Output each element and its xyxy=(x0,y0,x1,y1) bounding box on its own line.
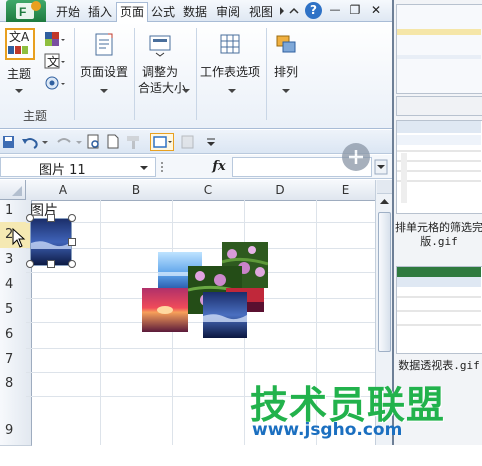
resize-handle-nw[interactable] xyxy=(26,214,34,222)
new-document-icon[interactable] xyxy=(106,133,120,151)
row-header-7[interactable]: 7 xyxy=(0,348,32,373)
row-header-4[interactable]: 4 xyxy=(0,272,32,299)
column-header-d[interactable]: D xyxy=(244,180,317,201)
svg-text:文: 文 xyxy=(47,54,59,69)
resize-handle-s[interactable] xyxy=(47,260,55,268)
column-header-c[interactable]: C xyxy=(172,180,245,201)
thumbnail-2-caption-line1: 排单元格的筛选完 xyxy=(395,221,482,234)
office-app-button[interactable]: F xyxy=(6,0,46,22)
thumbnail-2-caption-line2: 版.gif xyxy=(420,235,458,248)
select-all-corner[interactable] xyxy=(0,180,26,200)
tab-insert[interactable]: 插入 xyxy=(84,2,116,24)
tab-home[interactable]: 开始 xyxy=(52,2,84,24)
sheet-options-dropdown-icon[interactable] xyxy=(227,84,237,93)
quick-access-toolbar xyxy=(0,130,392,154)
tab-scroll-right-icon[interactable] xyxy=(278,4,286,18)
rectangle-outline-icon xyxy=(153,136,172,148)
row-header-6[interactable]: 6 xyxy=(0,322,32,349)
minimize-button[interactable]: — xyxy=(327,2,343,19)
name-box[interactable]: 图片 11 xyxy=(0,157,156,178)
picture-ocean[interactable] xyxy=(203,292,247,338)
ribbon-panel: 文A 主题 文 主题 页面设置 调整为 合适大小 工作表选项 排列 xyxy=(0,22,392,129)
close-button[interactable]: ✕ xyxy=(368,2,384,19)
sheet-options-icon[interactable] xyxy=(218,32,242,58)
sheet-options-label[interactable]: 工作表选项 xyxy=(198,64,262,80)
theme-effects-icon[interactable] xyxy=(44,74,66,94)
resize-handle-se[interactable] xyxy=(68,260,76,268)
formula-bar-splitter-icon[interactable] xyxy=(158,160,166,174)
thumbnail-1[interactable] xyxy=(396,4,482,94)
format-painter-icon[interactable] xyxy=(124,133,144,151)
scale-to-fit-label-1[interactable]: 调整为 xyxy=(138,64,182,80)
column-header-e[interactable]: E xyxy=(316,180,376,201)
thumbnail-strip[interactable] xyxy=(396,96,482,116)
arrange-label[interactable]: 排列 xyxy=(268,64,304,80)
name-box-dropdown-icon[interactable] xyxy=(139,164,149,172)
svg-text:F: F xyxy=(19,5,26,19)
restore-button[interactable]: ❐ xyxy=(347,2,363,19)
ribbon-collapse-icon[interactable] xyxy=(286,3,302,19)
page-setup-dropdown-icon[interactable] xyxy=(99,84,109,93)
themes-group-label: 主题 xyxy=(22,109,47,123)
themes-icon: 文A xyxy=(9,30,30,44)
thumbnail-3[interactable] xyxy=(396,266,482,354)
arrange-icon[interactable] xyxy=(274,32,298,58)
tab-review[interactable]: 审阅 xyxy=(212,2,244,24)
help-icon[interactable]: ? xyxy=(305,2,322,19)
save-icon[interactable] xyxy=(2,134,16,150)
thumbnail-3-caption: 数据透视表.gif xyxy=(398,359,480,372)
tab-data[interactable]: 数据 xyxy=(178,2,212,24)
print-preview-icon[interactable] xyxy=(86,133,102,151)
redo-icon[interactable] xyxy=(54,134,84,150)
themes-dropdown-icon[interactable] xyxy=(14,84,24,93)
themes-label: 主题 xyxy=(6,67,31,81)
macro-icon[interactable] xyxy=(180,133,196,151)
floating-add-button[interactable] xyxy=(342,143,370,171)
watermark-url: www.jsgho.com xyxy=(252,420,403,440)
tab-view[interactable]: 视图 xyxy=(244,2,278,24)
theme-colors-icon[interactable] xyxy=(44,30,66,50)
customize-toolbar-icon[interactable] xyxy=(204,134,218,150)
undo-icon[interactable] xyxy=(20,134,50,150)
thumbnail-2[interactable] xyxy=(396,120,482,214)
watermark: 技术员联盟 www.jsgho.com xyxy=(250,374,450,444)
expand-formula-bar-icon[interactable] xyxy=(374,159,388,175)
formula-bar: 图片 11 fx xyxy=(0,143,392,179)
insert-function-icon[interactable]: fx xyxy=(208,158,230,176)
column-header-b[interactable]: B xyxy=(100,180,173,201)
name-box-value: 图片 11 xyxy=(39,163,86,178)
scale-to-fit-dropdown-icon[interactable] xyxy=(181,84,191,93)
theme-fonts-icon[interactable]: 文 xyxy=(44,52,66,72)
column-header-a[interactable]: A xyxy=(26,180,101,201)
row-header-8[interactable]: 8 xyxy=(0,372,32,397)
ribbon-tab-bar: F 开始 插入 页面 公式 数据 审阅 视图 ? — ❐ ✕ xyxy=(0,0,392,24)
resize-handle-ne[interactable] xyxy=(68,214,76,222)
shape-outline-button[interactable] xyxy=(150,133,174,151)
tab-page-layout[interactable]: 页面 xyxy=(116,2,148,23)
picture-sunset[interactable] xyxy=(142,288,188,332)
tab-formulas[interactable]: 公式 xyxy=(148,2,178,24)
resize-handle-sw[interactable] xyxy=(26,260,34,268)
row-header-9[interactable]: 9 xyxy=(0,396,32,446)
arrange-dropdown-icon[interactable] xyxy=(281,84,291,93)
scroll-split-handle[interactable] xyxy=(377,180,392,194)
app-logo-icon: F xyxy=(16,1,41,19)
scale-to-fit-icon[interactable] xyxy=(148,32,172,58)
themes-swatch-icon xyxy=(8,46,28,54)
row-header-5[interactable]: 5 xyxy=(0,298,32,323)
plus-icon xyxy=(349,150,363,164)
scroll-thumb[interactable] xyxy=(378,212,391,352)
themes-button[interactable]: 文A xyxy=(5,28,35,60)
selected-picture[interactable] xyxy=(30,218,72,266)
resize-handle-n[interactable] xyxy=(47,214,55,222)
page-setup-icon[interactable] xyxy=(92,32,116,58)
ocean-picture-icon xyxy=(31,219,71,265)
scroll-up-icon[interactable] xyxy=(377,195,392,209)
resize-handle-e[interactable] xyxy=(68,238,76,246)
mouse-cursor-icon xyxy=(12,227,26,248)
page-setup-label[interactable]: 页面设置 xyxy=(78,64,130,80)
